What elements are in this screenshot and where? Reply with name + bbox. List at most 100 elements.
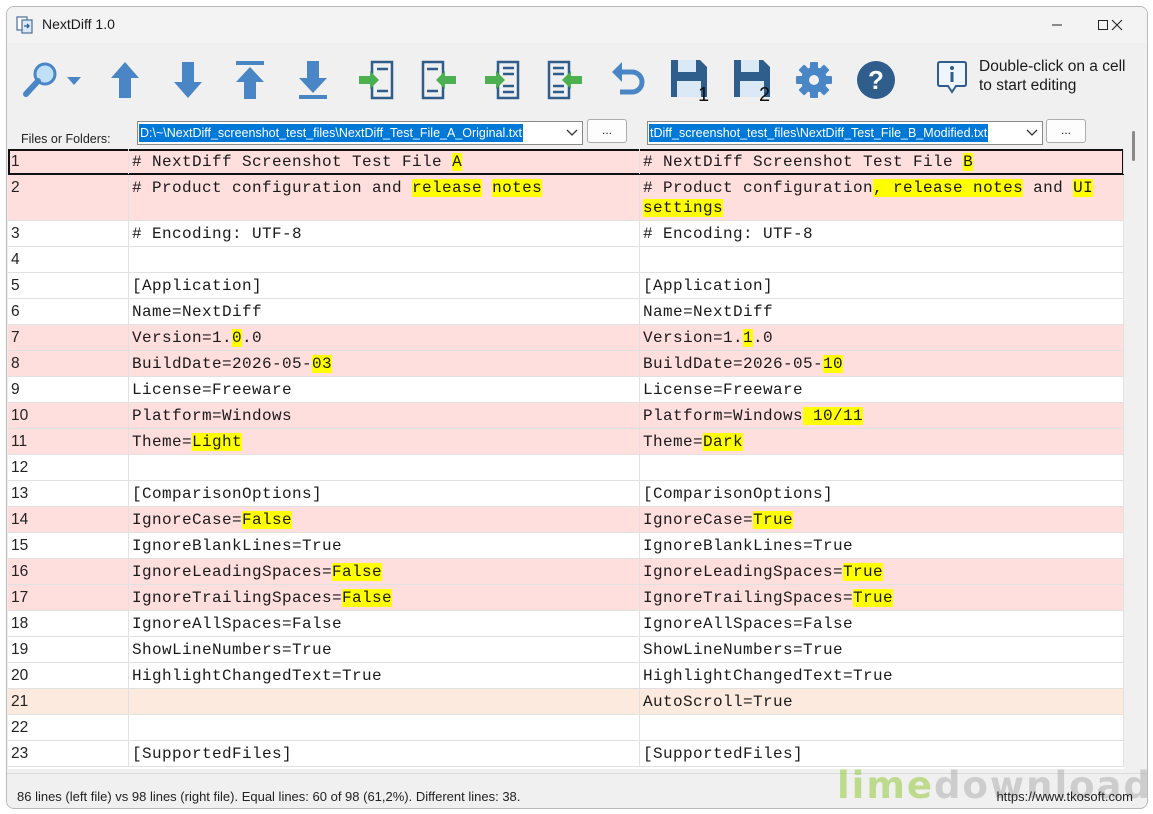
right-line-cell[interactable]: IgnoreLeadingSpaces=True [640, 559, 1124, 584]
previous-difference-button[interactable] [101, 57, 149, 103]
left-line-cell[interactable]: IgnoreTrailingSpaces=False [129, 585, 640, 610]
close-button[interactable] [1094, 7, 1140, 43]
left-line-cell[interactable]: BuildDate=2026-05-03 [129, 351, 640, 376]
files-label: Files or Folders: [21, 132, 111, 146]
scrollbar-thumb[interactable] [1132, 131, 1135, 161]
left-line-cell[interactable]: License=Freeware [129, 377, 640, 402]
right-line-cell[interactable] [640, 455, 1124, 480]
left-browse-button[interactable]: ... [587, 119, 627, 143]
left-line-cell[interactable]: IgnoreBlankLines=True [129, 533, 640, 558]
diff-row[interactable]: 9 License=Freeware License=Freeware [8, 377, 1124, 403]
next-difference-button[interactable] [164, 57, 212, 103]
left-line-cell[interactable]: # NextDiff Screenshot Test File A [129, 149, 640, 174]
right-line-cell[interactable]: HighlightChangedText=True [640, 663, 1124, 688]
diff-row[interactable]: 17 IgnoreTrailingSpaces=False IgnoreTraili… [8, 585, 1124, 611]
diff-row[interactable]: 16 IgnoreLeadingSpaces=False IgnoreLeading… [8, 559, 1124, 585]
right-line-cell[interactable]: BuildDate=2026-05-10 [640, 351, 1124, 376]
copy-to-left-button[interactable] [415, 57, 463, 103]
copy-to-right-button[interactable] [352, 57, 400, 103]
left-line-cell[interactable]: # Encoding: UTF-8 [129, 221, 640, 246]
right-line-cell[interactable]: AutoScroll=True [640, 689, 1124, 714]
left-line-cell[interactable]: IgnoreAllSpaces=False [129, 611, 640, 636]
right-line-cell[interactable]: ShowLineNumbers=True [640, 637, 1124, 662]
diff-row[interactable]: 19 ShowLineNumbers=True ShowLineNumbers=Tr… [8, 637, 1124, 663]
diff-row[interactable]: 5 [Application] [Application] [8, 273, 1124, 299]
right-line-cell[interactable]: IgnoreAllSpaces=False [640, 611, 1124, 636]
undo-button[interactable] [604, 57, 652, 103]
save-left-button[interactable]: 1 [666, 57, 714, 103]
right-line-cell[interactable]: IgnoreCase=True [640, 507, 1124, 532]
left-line-cell[interactable] [129, 689, 640, 714]
right-line-cell[interactable]: Name=NextDiff [640, 299, 1124, 324]
line-number: 15 [8, 533, 129, 558]
right-line-cell[interactable]: # Product configuration, release notes a… [640, 175, 1124, 220]
last-difference-button[interactable] [289, 57, 337, 103]
chevron-down-icon[interactable] [1022, 122, 1042, 144]
left-line-cell[interactable]: ShowLineNumbers=True [129, 637, 640, 662]
diff-row[interactable]: 7 Version=1.0.0 Version=1.1.0 [8, 325, 1124, 351]
right-browse-button[interactable]: ... [1046, 119, 1086, 143]
vertical-scrollbar[interactable] [1125, 121, 1146, 769]
diff-row[interactable]: 12 [8, 455, 1124, 481]
copy-all-to-left-button[interactable] [541, 57, 589, 103]
chevron-down-icon[interactable] [562, 122, 582, 144]
diff-row[interactable]: 18 IgnoreAllSpaces=False IgnoreAllSpaces=F… [8, 611, 1124, 637]
diff-row[interactable]: 10 Platform=Windows Platform=Windows 10/11 [8, 403, 1124, 429]
diff-row[interactable]: 15 IgnoreBlankLines=True IgnoreBlankLines=… [8, 533, 1124, 559]
right-line-cell[interactable]: [SupportedFiles] [640, 741, 1124, 766]
right-line-cell[interactable]: Theme=Dark [640, 429, 1124, 454]
right-line-cell[interactable] [640, 715, 1124, 740]
right-file-combobox[interactable]: tDiff_screenshot_test_files\NextDiff_Tes… [647, 121, 1043, 145]
diff-row[interactable]: 14 IgnoreCase=False IgnoreCase=True [8, 507, 1124, 533]
left-line-cell[interactable] [129, 247, 640, 272]
right-line-cell[interactable]: # Encoding: UTF-8 [640, 221, 1124, 246]
first-difference-button[interactable] [226, 57, 274, 103]
copy-all-to-right-button[interactable] [478, 57, 526, 103]
left-line-cell[interactable]: [Application] [129, 273, 640, 298]
help-button[interactable]: ? [852, 57, 900, 103]
right-line-cell[interactable]: [Application] [640, 273, 1124, 298]
settings-button[interactable] [790, 57, 838, 103]
find-button[interactable] [17, 57, 65, 103]
left-line-cell[interactable]: Version=1.0.0 [129, 325, 640, 350]
right-line-cell[interactable]: License=Freeware [640, 377, 1124, 402]
diff-row[interactable]: 3 # Encoding: UTF-8 # Encoding: UTF-8 [8, 221, 1124, 247]
right-line-cell[interactable]: Version=1.1.0 [640, 325, 1124, 350]
diff-row[interactable]: 21 AutoScroll=True [8, 689, 1124, 715]
changed-text: 03 [312, 355, 333, 373]
right-line-cell[interactable]: # NextDiff Screenshot Test File B [640, 149, 1124, 174]
diff-row[interactable]: 8 BuildDate=2026-05-03 BuildDate=2026-05-1… [8, 351, 1124, 377]
diff-row[interactable]: 1 # NextDiff Screenshot Test File A # Next… [8, 149, 1124, 175]
left-line-cell[interactable] [129, 455, 640, 480]
minimize-button[interactable] [1034, 7, 1080, 43]
diff-row[interactable]: 20 HighlightChangedText=True HighlightChan… [8, 663, 1124, 689]
left-line-cell[interactable]: Name=NextDiff [129, 299, 640, 324]
left-line-cell[interactable]: [SupportedFiles] [129, 741, 640, 766]
right-line-cell[interactable] [640, 247, 1124, 272]
left-line-cell[interactable]: IgnoreCase=False [129, 507, 640, 532]
right-line-cell[interactable]: [ComparisonOptions] [640, 481, 1124, 506]
save-right-button[interactable]: 2 [729, 57, 777, 103]
diff-row[interactable]: 13 [ComparisonOptions] [ComparisonOptions] [8, 481, 1124, 507]
diff-row[interactable]: 2 # Product configuration and release not… [8, 175, 1124, 221]
diff-row[interactable]: 22 [8, 715, 1124, 741]
diff-row[interactable]: 4 [8, 247, 1124, 273]
line-number: 8 [8, 351, 129, 376]
website-link[interactable]: https://www.tkosoft.com [996, 789, 1133, 804]
left-line-cell[interactable]: [ComparisonOptions] [129, 481, 640, 506]
line-text: ShowLineNumbers=True [132, 641, 333, 659]
diff-row[interactable]: 6 Name=NextDiff Name=NextDiff [8, 299, 1124, 325]
right-line-cell[interactable]: IgnoreTrailingSpaces=True [640, 585, 1124, 610]
left-line-cell[interactable]: IgnoreLeadingSpaces=False [129, 559, 640, 584]
left-line-cell[interactable]: # Product configuration and release note… [129, 175, 640, 220]
left-line-cell[interactable]: Theme=Light [129, 429, 640, 454]
diff-row[interactable]: 11 Theme=Light Theme=Dark [8, 429, 1124, 455]
diff-grid[interactable]: 1 # NextDiff Screenshot Test File A # Next… [8, 149, 1124, 769]
left-line-cell[interactable] [129, 715, 640, 740]
right-line-cell[interactable]: Platform=Windows 10/11 [640, 403, 1124, 428]
left-line-cell[interactable]: HighlightChangedText=True [129, 663, 640, 688]
right-line-cell[interactable]: IgnoreBlankLines=True [640, 533, 1124, 558]
left-file-combobox[interactable]: D:\~\NextDiff_screenshot_test_files\Next… [137, 121, 583, 145]
left-line-cell[interactable]: Platform=Windows [129, 403, 640, 428]
find-options-dropdown[interactable] [62, 57, 86, 103]
